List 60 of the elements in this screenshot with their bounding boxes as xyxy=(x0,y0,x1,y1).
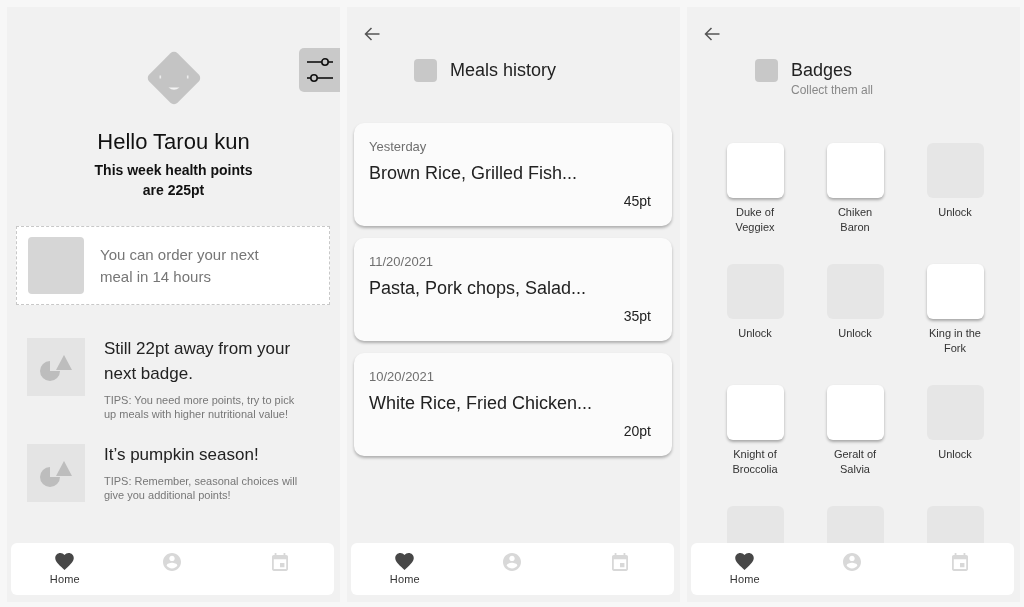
badge-label: King in the Fork xyxy=(928,326,982,356)
meal-date: 11/20/2021 xyxy=(369,254,435,270)
nav-tab[interactable] xyxy=(503,553,522,571)
nav-tab[interactable] xyxy=(952,553,969,571)
order-notice-text: You can order your next meal in 14 hours xyxy=(100,244,260,287)
meal-points: 35pt xyxy=(623,307,651,325)
heart-icon xyxy=(395,553,415,570)
tip-text: TIPS: Remember, seasonal choices will give you additional points! xyxy=(104,475,299,502)
badge-tile[interactable] xyxy=(826,143,884,198)
badge-label: Chiken Baron xyxy=(836,205,874,235)
points-summary-text: This week health points are 225pt xyxy=(93,161,254,200)
greeting-title: Hello Tarou kun xyxy=(97,129,250,155)
badge-label: Geralt of Salvia xyxy=(832,447,878,477)
placeholder-icon xyxy=(755,59,778,82)
sliders-icon xyxy=(306,58,333,82)
heart-icon xyxy=(55,553,75,570)
meal-items: Brown Rice, Grilled Fish... xyxy=(369,162,579,184)
filter-button[interactable] xyxy=(299,48,340,92)
nav-tab[interactable] xyxy=(612,553,629,571)
badge-label: Duke of Veggiex xyxy=(734,205,776,235)
badge-label: Knight of Broccolia xyxy=(731,447,779,477)
meal-card[interactable]: 11/20/2021 Pasta, Pork chops, Salad... 35pt xyxy=(354,238,672,341)
nav-tab[interactable]: Home xyxy=(389,553,420,586)
meal-items: Pasta, Pork chops, Salad... xyxy=(369,277,588,299)
screen-title: Meals history xyxy=(450,59,557,82)
screen-title: Badges xyxy=(791,59,854,82)
meal-points: 20pt xyxy=(623,422,651,440)
back-button[interactable] xyxy=(364,27,380,41)
tip-title: Still 22pt away from your next badge. xyxy=(104,338,292,385)
meal-date: 10/20/2021 xyxy=(369,369,436,385)
placeholder-icon xyxy=(28,237,84,294)
meal-date: Yesterday xyxy=(369,139,428,155)
nav-tab[interactable] xyxy=(843,553,862,571)
placeholder-icon xyxy=(414,59,437,82)
nav-tab[interactable]: Home xyxy=(49,553,80,586)
nav-tab[interactable]: Home xyxy=(729,553,760,586)
meal-points: 45pt xyxy=(623,192,651,210)
badge-tile[interactable] xyxy=(826,385,884,440)
arrow-left-icon xyxy=(364,27,380,41)
badge-label: Unlock xyxy=(838,326,872,341)
meal-card[interactable]: 10/20/2021 White Rice, Fried Chicken... 20pt xyxy=(354,353,672,456)
nav-tab[interactable] xyxy=(272,553,289,571)
calendar-icon xyxy=(272,553,289,571)
heart-icon xyxy=(735,553,755,570)
meal-card[interactable]: Yesterday Brown Rice, Grilled Fish... 45pt xyxy=(354,123,672,226)
screen-subtitle: Collect them all xyxy=(791,83,874,97)
calendar-icon xyxy=(952,553,969,571)
back-button[interactable] xyxy=(704,27,720,41)
tip-title: It’s pumpkin season! xyxy=(104,444,260,466)
calendar-icon xyxy=(612,553,629,571)
badge-tile[interactable] xyxy=(726,385,784,440)
arrow-left-icon xyxy=(704,27,720,41)
nav-tab[interactable] xyxy=(163,553,182,571)
meal-items: White Rice, Fried Chicken... xyxy=(369,392,594,414)
badge-tile[interactable] xyxy=(726,143,784,198)
badge-label: Unlock xyxy=(938,447,972,462)
badge-tile[interactable] xyxy=(926,264,984,319)
badge-label: Unlock xyxy=(738,326,772,341)
tip-text: TIPS: You need more points, try to pick up meals with higher nutritional value! xyxy=(104,394,296,421)
badge-label: Unlock xyxy=(938,205,972,220)
